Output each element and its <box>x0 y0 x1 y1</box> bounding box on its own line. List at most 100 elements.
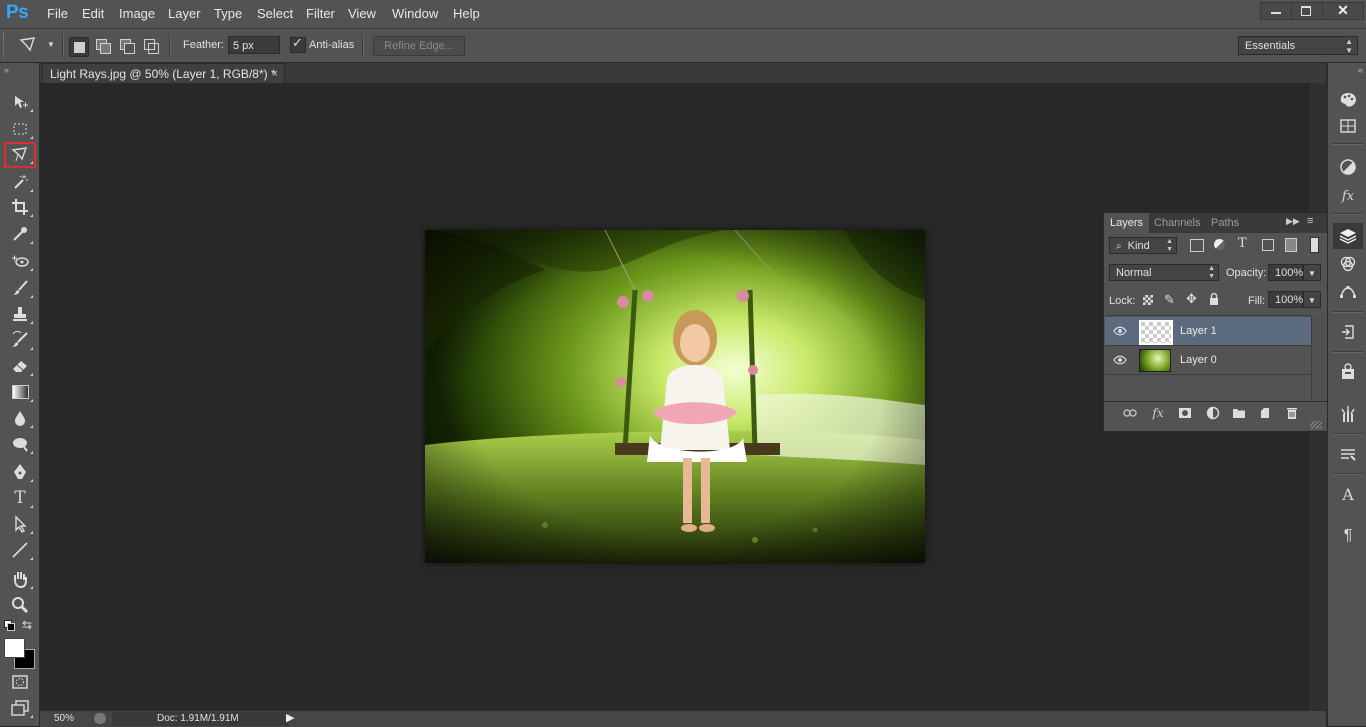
new-layer-button[interactable] <box>1257 405 1273 421</box>
status-menu-arrow-icon[interactable]: ▶ <box>286 711 294 724</box>
paths-panel-button[interactable] <box>1337 281 1359 303</box>
menu-type[interactable]: Type <box>214 6 242 21</box>
healing-brush-tool[interactable] <box>6 249 34 273</box>
menu-help[interactable]: Help <box>453 6 480 21</box>
add-mask-button[interactable] <box>1177 405 1193 421</box>
paragraph-panel-button[interactable]: ¶ <box>1337 525 1359 547</box>
menu-view[interactable]: View <box>348 6 376 21</box>
restore-button[interactable] <box>1291 2 1323 20</box>
minimize-button[interactable] <box>1260 2 1292 20</box>
filter-toggle-switch[interactable] <box>1310 237 1319 253</box>
eraser-tool[interactable] <box>6 354 34 378</box>
filter-kind-select[interactable]: ⌕ Kind ▲ ▼ <box>1109 237 1177 254</box>
layer-style-button[interactable]: fx <box>1150 405 1166 421</box>
fill-dropdown-button[interactable]: ▼ <box>1303 291 1321 308</box>
quick-mask-button[interactable] <box>6 670 34 694</box>
default-colors-button[interactable] <box>4 620 15 631</box>
new-group-button[interactable] <box>1231 405 1247 421</box>
foreground-color-swatch[interactable] <box>4 638 25 658</box>
layers-panel-button[interactable] <box>1333 223 1363 249</box>
tab-channels[interactable]: Channels <box>1148 213 1206 233</box>
new-selection-button[interactable] <box>69 37 89 57</box>
history-brush-tool[interactable] <box>6 328 34 352</box>
channels-panel-button[interactable] <box>1337 253 1359 275</box>
swatches-panel-button[interactable] <box>1337 115 1359 137</box>
menu-edit[interactable]: Edit <box>82 6 104 21</box>
collapse-dock-icon[interactable]: « <box>1332 65 1363 75</box>
opacity-dropdown-button[interactable]: ▼ <box>1303 264 1321 281</box>
new-adjustment-layer-button[interactable] <box>1205 405 1221 421</box>
pen-tool[interactable] <box>6 460 34 484</box>
intersect-selection-button[interactable] <box>142 37 160 55</box>
menu-file[interactable]: File <box>47 6 68 21</box>
layer-row-layer-1[interactable]: Layer 1 <box>1105 317 1311 346</box>
visibility-eye-icon[interactable] <box>1113 354 1127 366</box>
color-panel-button[interactable] <box>1337 89 1359 111</box>
filter-pixel-icon[interactable] <box>1190 239 1204 252</box>
resize-grip[interactable] <box>1310 421 1322 429</box>
menu-filter[interactable]: Filter <box>306 6 335 21</box>
antialias-checkbox[interactable]: ✓ <box>290 35 306 53</box>
crop-tool[interactable] <box>6 195 34 219</box>
lock-transparent-pixels-icon[interactable] <box>1143 295 1153 305</box>
zoom-level[interactable]: 50% <box>54 713 74 724</box>
document-tab[interactable]: Light Rays.jpg @ 50% (Layer 1, RGB/8*) *… <box>42 63 285 83</box>
eyedropper-tool[interactable] <box>6 222 34 246</box>
delete-layer-button[interactable] <box>1284 405 1300 421</box>
blur-tool[interactable] <box>6 406 34 430</box>
feather-input[interactable]: 5 px <box>228 36 280 54</box>
tab-paths[interactable]: Paths <box>1205 213 1245 233</box>
options-bar-grip[interactable] <box>3 32 8 58</box>
shape-tool[interactable] <box>6 538 34 562</box>
visibility-eye-icon[interactable] <box>1113 325 1127 337</box>
character-panel-button[interactable]: A <box>1337 483 1359 505</box>
gradient-tool[interactable] <box>6 380 34 404</box>
menu-image[interactable]: Image <box>119 6 155 21</box>
type-tool[interactable]: T <box>6 486 34 510</box>
lock-all-icon[interactable] <box>1209 293 1219 305</box>
panel-menu-icon[interactable]: ≡ <box>1307 215 1313 227</box>
filter-smart-object-icon[interactable] <box>1285 238 1297 252</box>
tool-preset-picker[interactable]: ▼ <box>18 36 58 56</box>
opacity-input[interactable]: 100% <box>1268 264 1303 281</box>
add-to-selection-button[interactable] <box>94 37 112 55</box>
hand-tool[interactable] <box>6 567 34 591</box>
properties-panel-button[interactable] <box>1337 361 1359 383</box>
blend-mode-select[interactable]: Normal ▲ ▼ <box>1109 264 1219 281</box>
menu-select[interactable]: Select <box>257 6 293 21</box>
tool-presets-panel-button[interactable] <box>1337 403 1359 425</box>
close-tab-icon[interactable]: × <box>272 64 278 84</box>
layers-scrollbar[interactable] <box>1311 317 1326 401</box>
dodge-tool[interactable] <box>6 432 34 456</box>
lock-position-icon[interactable]: ✥ <box>1186 291 1197 307</box>
styles-panel-button[interactable]: fx <box>1337 185 1359 207</box>
fill-input[interactable]: 100% <box>1268 291 1303 308</box>
collapse-panel-icon[interactable]: ▶▶ <box>1286 216 1300 227</box>
zoom-tool[interactable] <box>6 593 34 617</box>
clone-stamp-tool[interactable] <box>6 302 34 326</box>
filter-shape-icon[interactable] <box>1262 239 1274 251</box>
paragraph-styles-panel-button[interactable] <box>1337 443 1359 465</box>
refine-edge-button[interactable]: Refine Edge... <box>373 36 465 56</box>
quick-selection-tool[interactable] <box>6 170 34 194</box>
history-panel-button[interactable] <box>1337 321 1359 343</box>
document-image[interactable] <box>425 230 925 563</box>
status-share-icon[interactable] <box>94 713 106 724</box>
swap-colors-icon[interactable]: ⇆ <box>22 618 32 632</box>
adjustments-panel-button[interactable] <box>1337 156 1359 178</box>
filter-type-icon[interactable]: T <box>1238 236 1247 251</box>
link-layers-button[interactable] <box>1122 405 1138 421</box>
close-window-button[interactable]: ✕ <box>1322 2 1364 20</box>
subtract-from-selection-button[interactable] <box>118 37 136 55</box>
lock-image-pixels-icon[interactable]: ✎ <box>1164 292 1175 308</box>
expand-toolbar-icon[interactable]: » <box>4 65 9 75</box>
screen-mode-button[interactable] <box>6 696 34 720</box>
layer-row-layer-0[interactable]: Layer 0 <box>1105 346 1311 375</box>
workspace-select[interactable]: Essentials ▲ ▼ <box>1238 36 1358 55</box>
path-selection-tool[interactable] <box>6 512 34 536</box>
menu-window[interactable]: Window <box>392 6 438 21</box>
move-tool[interactable] <box>6 90 34 114</box>
tab-layers[interactable]: Layers <box>1104 213 1150 233</box>
marquee-tool[interactable] <box>6 117 34 141</box>
menu-layer[interactable]: Layer <box>168 6 201 21</box>
